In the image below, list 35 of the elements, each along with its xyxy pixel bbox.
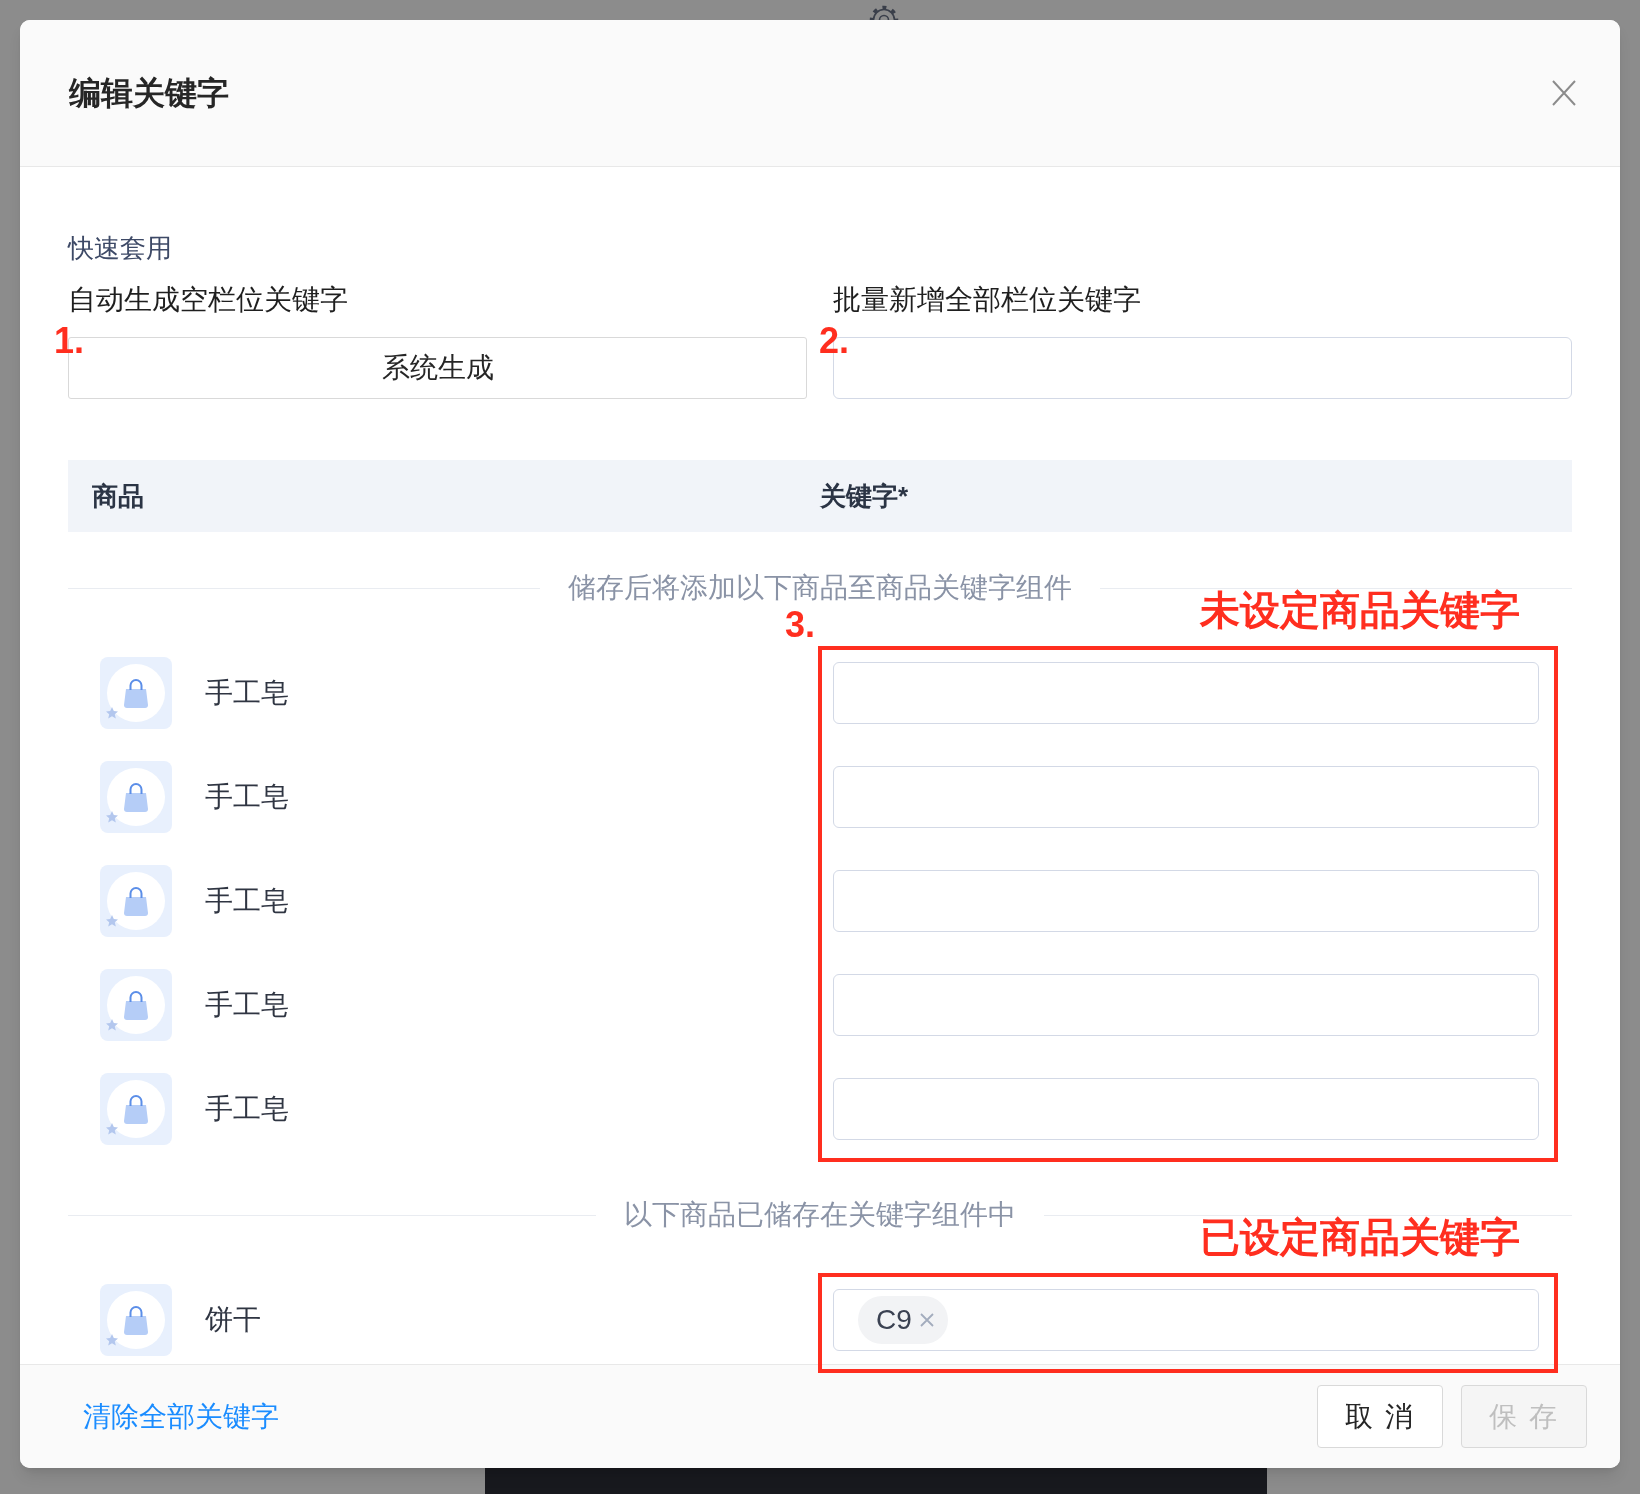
column-header: 关键字* <box>820 481 909 511</box>
dialog-button[interactable]: 取 消 <box>1317 1385 1443 1448</box>
shopping-bag-icon <box>100 1284 172 1356</box>
keyword-field[interactable] <box>833 1078 1539 1140</box>
gear-icon <box>867 3 901 20</box>
product-name: 手工皂 <box>205 1092 289 1126</box>
dialog-title: 编辑关键字 <box>69 74 229 113</box>
keyword-field[interactable] <box>833 870 1539 932</box>
product-name: 手工皂 <box>205 884 289 918</box>
column-header: 商品 <box>92 481 144 511</box>
annotation-number: 2. <box>819 323 850 359</box>
keyword-field[interactable] <box>833 662 1539 724</box>
close-icon[interactable] <box>1552 80 1576 106</box>
shopping-bag-icon <box>100 865 172 937</box>
keyword-field[interactable]: C9 <box>833 1289 1539 1351</box>
annotation-label: 未设定商品关键字 <box>1200 590 1520 630</box>
section-heading: 快速套用 <box>68 232 173 264</box>
field-label: 自动生成空栏位关键字 <box>68 283 349 317</box>
product-name: 手工皂 <box>205 988 289 1022</box>
keyword-field[interactable] <box>833 974 1539 1036</box>
shopping-bag-icon <box>100 761 172 833</box>
shopping-bag-icon <box>100 1073 172 1145</box>
keyword-field[interactable] <box>833 766 1539 828</box>
tag-label: C9 <box>876 1304 912 1336</box>
annotation-number: 3. <box>785 607 816 643</box>
close-icon[interactable] <box>919 1313 934 1327</box>
section-caption: 以下商品已储存在关键字组件中 <box>624 1199 1016 1231</box>
section-caption: 储存后将添加以下商品至商品关键字组件 <box>568 572 1072 604</box>
annotation-label: 已设定商品关键字 <box>1200 1217 1520 1257</box>
field-label: 批量新增全部栏位关键字 <box>833 283 1142 317</box>
product-name: 饼干 <box>205 1303 261 1337</box>
product-name: 手工皂 <box>205 780 289 814</box>
shopping-bag-icon <box>100 969 172 1041</box>
shopping-bag-icon <box>100 657 172 729</box>
product-name: 手工皂 <box>205 676 289 710</box>
